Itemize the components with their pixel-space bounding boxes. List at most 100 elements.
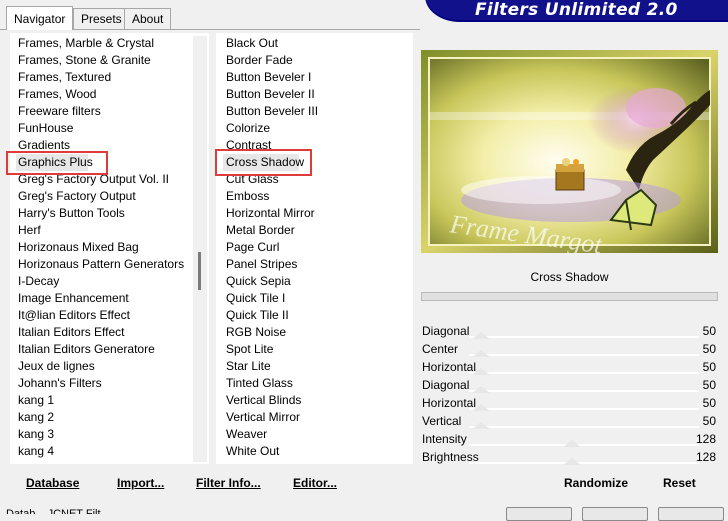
setting-label: Vertical: [422, 414, 462, 428]
setting-slider-track[interactable]: [469, 426, 699, 428]
setting-slider-track[interactable]: [469, 336, 699, 338]
setting-label: Diagonal: [422, 324, 470, 338]
setting-slider-track[interactable]: [469, 390, 699, 392]
category-item[interactable]: Freeware filters: [18, 103, 198, 120]
category-item[interactable]: kang 1: [18, 392, 198, 409]
category-item[interactable]: Horizonaus Pattern Generators: [18, 256, 198, 273]
category-item[interactable]: Frames, Wood: [18, 86, 198, 103]
category-item[interactable]: Horizonaus Mixed Bag: [18, 239, 198, 256]
import-button[interactable]: Import...: [117, 476, 164, 490]
app-title: Filters Unlimited 2.0: [475, 0, 678, 20]
preview-image: Frame Margot: [421, 50, 718, 253]
setting-slider-thumb[interactable]: [472, 332, 490, 339]
setting-row[interactable]: Brightness 128: [421, 449, 718, 466]
selected-filter-name: Cross Shadow: [530, 270, 609, 284]
filter-item[interactable]: Weaver: [226, 426, 406, 443]
filter-item[interactable]: Metal Border: [226, 222, 406, 239]
reset-button[interactable]: Reset: [663, 476, 696, 490]
setting-value: 50: [702, 414, 716, 428]
setting-slider-track[interactable]: [469, 372, 699, 374]
category-item[interactable]: I-Decay: [18, 273, 198, 290]
filter-item[interactable]: Black Out: [226, 35, 406, 52]
filter-item[interactable]: Button Beveler I: [226, 69, 406, 86]
setting-row[interactable]: Horizontal 50: [421, 359, 718, 376]
setting-row[interactable]: Vertical 50: [421, 413, 718, 430]
filter-item[interactable]: Quick Sepia: [226, 273, 406, 290]
setting-label: Horizontal: [422, 396, 477, 410]
setting-slider-thumb[interactable]: [472, 386, 490, 393]
category-item[interactable]: Greg's Factory Output: [18, 188, 198, 205]
category-scrollbar[interactable]: [193, 36, 207, 462]
setting-slider-thumb[interactable]: [563, 440, 581, 447]
filter-item[interactable]: Star Lite: [226, 358, 406, 375]
tab-presets[interactable]: Presets: [73, 8, 130, 29]
setting-value: 128: [695, 450, 716, 464]
category-item[interactable]: Image Enhancement: [18, 290, 198, 307]
tab-navigator[interactable]: Navigator: [6, 6, 74, 30]
filter-item[interactable]: White Out: [226, 443, 406, 460]
filter-item[interactable]: Vertical Mirror: [226, 409, 406, 426]
setting-row[interactable]: Diagonal 50: [421, 323, 718, 340]
setting-label: Brightness: [422, 450, 479, 464]
setting-slider-thumb[interactable]: [472, 350, 490, 357]
filter-item[interactable]: Emboss: [226, 188, 406, 205]
setting-row[interactable]: Center 50: [421, 341, 718, 358]
category-item[interactable]: kang 4: [18, 443, 198, 460]
cancel-button[interactable]: [582, 507, 648, 521]
filter-highlight-box: [215, 149, 312, 176]
setting-slider-track[interactable]: [469, 444, 699, 446]
filter-item[interactable]: Quick Tile II: [226, 307, 406, 324]
category-item[interactable]: Frames, Marble & Crystal: [18, 35, 198, 52]
progress-bar: [421, 292, 718, 301]
setting-value: 50: [702, 378, 716, 392]
ok-button[interactable]: [506, 507, 572, 521]
category-item[interactable]: Italian Editors Effect: [18, 324, 198, 341]
filter-item[interactable]: Quick Tile I: [226, 290, 406, 307]
category-item[interactable]: Italian Editors Generatore: [18, 341, 198, 358]
category-item[interactable]: Frames, Stone & Granite: [18, 52, 198, 69]
category-item[interactable]: Jeux de lignes: [18, 358, 198, 375]
setting-value: 50: [702, 324, 716, 338]
filter-item[interactable]: Tinted Glass: [226, 375, 406, 392]
setting-slider-track[interactable]: [469, 354, 699, 356]
filter-item[interactable]: RGB Noise: [226, 324, 406, 341]
category-item[interactable]: FunHouse: [18, 120, 198, 137]
filter-item[interactable]: Button Beveler III: [226, 103, 406, 120]
setting-row[interactable]: Intensity 128: [421, 431, 718, 448]
filter-item[interactable]: Panel Stripes: [226, 256, 406, 273]
category-item[interactable]: Frames, Textured: [18, 69, 198, 86]
setting-value: 128: [695, 432, 716, 446]
category-item[interactable]: It@lian Editors Effect: [18, 307, 198, 324]
filter-item[interactable]: Spot Lite: [226, 341, 406, 358]
category-highlight-box: [6, 151, 108, 175]
category-scrollbar-thumb[interactable]: [198, 252, 201, 290]
setting-label: Horizontal: [422, 360, 477, 374]
filter-item[interactable]: Horizontal Mirror: [226, 205, 406, 222]
editor-button[interactable]: Editor...: [293, 476, 337, 490]
setting-row[interactable]: Diagonal 50: [421, 377, 718, 394]
filter-item[interactable]: Border Fade: [226, 52, 406, 69]
setting-slider-track[interactable]: [469, 408, 699, 410]
filter-item[interactable]: Page Curl: [226, 239, 406, 256]
filter-item[interactable]: Colorize: [226, 120, 406, 137]
filter-item[interactable]: Vertical Blinds: [226, 392, 406, 409]
setting-slider-thumb[interactable]: [472, 422, 490, 429]
category-item[interactable]: kang 3: [18, 426, 198, 443]
randomize-button[interactable]: Randomize: [564, 476, 628, 490]
category-item[interactable]: Herf: [18, 222, 198, 239]
setting-slider-track[interactable]: [469, 462, 699, 464]
filter-info-button[interactable]: Filter Info...: [196, 476, 261, 490]
category-item[interactable]: Harry's Button Tools: [18, 205, 198, 222]
filter-item[interactable]: Button Beveler II: [226, 86, 406, 103]
setting-label: Center: [422, 342, 459, 356]
tab-about[interactable]: About: [124, 8, 172, 29]
category-item[interactable]: kang 2: [18, 409, 198, 426]
setting-label: Diagonal: [422, 378, 470, 392]
category-list-items: Frames, Marble & Crystal Frames, Stone & …: [18, 35, 198, 460]
setting-row[interactable]: Horizontal 50: [421, 395, 718, 412]
help-button[interactable]: [658, 507, 724, 521]
setting-label: Intensity: [422, 432, 467, 446]
setting-slider-thumb[interactable]: [563, 458, 581, 465]
database-button[interactable]: Database: [26, 476, 79, 490]
category-item[interactable]: Johann's Filters: [18, 375, 198, 392]
